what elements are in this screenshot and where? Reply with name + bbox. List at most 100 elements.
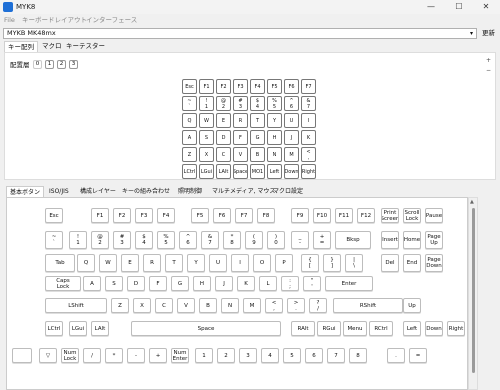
keycode-button[interactable]: N: [221, 298, 239, 313]
keycode-button[interactable]: | \: [345, 254, 363, 272]
keycode-button[interactable]: 6: [305, 348, 323, 363]
keycode-button[interactable]: W: [99, 254, 117, 272]
layer-button-1[interactable]: 1: [45, 60, 54, 69]
preview-key[interactable]: F3: [233, 79, 248, 94]
keycode-button[interactable]: % 5: [157, 231, 175, 249]
keycode-button[interactable]: _ -: [291, 231, 309, 249]
keycode-button[interactable]: Caps Lock: [45, 276, 81, 291]
preview-key[interactable]: W: [199, 113, 214, 128]
tab-layers[interactable]: 構成レイヤー: [77, 186, 119, 197]
layer-button-0[interactable]: 0: [33, 60, 42, 69]
scrollbar[interactable]: ▲: [468, 197, 478, 390]
keycode-button[interactable]: Z: [111, 298, 129, 313]
tab-macro[interactable]: マクロ: [39, 41, 65, 52]
menu-file[interactable]: File: [4, 14, 15, 26]
keycode-button[interactable]: F11: [335, 208, 353, 223]
preview-key[interactable]: S: [199, 130, 214, 145]
preview-key[interactable]: U: [284, 113, 299, 128]
keycode-button[interactable]: LAlt: [91, 321, 109, 336]
keycode-button[interactable]: LGui: [69, 321, 87, 336]
preview-key[interactable]: F4: [250, 79, 265, 94]
keycode-button[interactable]: ) 0: [267, 231, 285, 249]
preview-key[interactable]: F2: [216, 79, 231, 94]
keycode-button[interactable]: < ,: [265, 298, 283, 313]
preview-key[interactable]: Down: [284, 164, 299, 179]
scroll-thumb[interactable]: [472, 208, 475, 373]
menu-keyboard-layout[interactable]: キーボードレイアウト: [22, 14, 87, 26]
preview-key[interactable]: Esc: [182, 79, 197, 94]
keycode-button[interactable]: RGui: [317, 321, 341, 336]
preview-key[interactable]: F1: [199, 79, 214, 94]
keycode-button[interactable]: Esc: [45, 208, 63, 223]
keycode-button[interactable]: F2: [113, 208, 131, 223]
keycode-button[interactable]: { [: [301, 254, 319, 272]
zoom-in-icon[interactable]: +: [484, 56, 493, 65]
tab-key-combos[interactable]: キーの組み合わせ: [119, 186, 173, 197]
keycode-button[interactable]: 5: [283, 348, 301, 363]
keycode-button[interactable]: F3: [135, 208, 153, 223]
keycode-button[interactable]: & 7: [201, 231, 219, 249]
keycode-button[interactable]: /: [83, 348, 101, 363]
keycode-button[interactable]: ? /: [309, 298, 327, 313]
keycode-button[interactable]: Down: [425, 321, 443, 336]
preview-key[interactable]: M: [284, 147, 299, 162]
preview-key[interactable]: < ,: [301, 147, 316, 162]
keycode-button[interactable]: + =: [313, 231, 331, 249]
tab-key-layout[interactable]: キー配列: [4, 41, 38, 52]
menu-interface[interactable]: インターフェース: [86, 14, 137, 26]
keycode-button[interactable]: Right: [447, 321, 465, 336]
preview-key[interactable]: G: [250, 130, 265, 145]
keycode-button[interactable]: Pause: [425, 208, 443, 223]
keyboard-select[interactable]: MYKB MK48mx ▾: [3, 28, 477, 39]
keycode-button[interactable]: V: [177, 298, 195, 313]
keycode-button[interactable]: U: [209, 254, 227, 272]
keycode-button[interactable]: Scroll Lock: [403, 208, 421, 223]
preview-key[interactable]: $ 4: [250, 96, 265, 111]
keycode-button[interactable]: D: [127, 276, 145, 291]
tab-iso-jis[interactable]: ISO/JIS: [46, 186, 72, 197]
preview-key[interactable]: F6: [284, 79, 299, 94]
preview-key[interactable]: LCtrl: [182, 164, 197, 179]
keycode-button[interactable]: O: [253, 254, 271, 272]
preview-key[interactable]: R: [233, 113, 248, 128]
keycode-button[interactable]: F9: [291, 208, 309, 223]
keycode-button[interactable]: Home: [403, 231, 421, 249]
keycode-button[interactable]: I: [231, 254, 249, 272]
preview-key[interactable]: LGui: [199, 164, 214, 179]
keycode-button[interactable]: Print Screen: [381, 208, 399, 223]
preview-key[interactable]: T: [250, 113, 265, 128]
keycode-button[interactable]: M: [243, 298, 261, 313]
preview-key[interactable]: MO1: [250, 164, 265, 179]
preview-key[interactable]: ~ `: [182, 96, 197, 111]
maximize-button[interactable]: ☐: [445, 0, 473, 14]
keycode-button[interactable]: T: [165, 254, 183, 272]
keycode-button[interactable]: H: [193, 276, 211, 291]
preview-key[interactable]: ^ 6: [284, 96, 299, 111]
keycode-button[interactable]: $ 4: [135, 231, 153, 249]
zoom-out-icon[interactable]: −: [484, 66, 493, 75]
layer-button-2[interactable]: 2: [57, 60, 66, 69]
keycode-button[interactable]: F6: [213, 208, 231, 223]
keycode-button[interactable]: J: [215, 276, 233, 291]
keycode-button[interactable]: " ': [303, 276, 321, 291]
keycode-button[interactable]: RCtrl: [369, 321, 393, 336]
tab-key-tester[interactable]: キーテスター: [63, 41, 108, 52]
preview-key[interactable]: ! 1: [199, 96, 214, 111]
preview-key[interactable]: & 7: [301, 96, 316, 111]
keycode-button[interactable]: LShift: [45, 298, 107, 313]
keycode-button[interactable]: Y: [187, 254, 205, 272]
keycode-button[interactable]: F8: [257, 208, 275, 223]
preview-key[interactable]: @ 2: [216, 96, 231, 111]
keycode-button[interactable]: E: [121, 254, 139, 272]
keycode-button[interactable]: RShift: [333, 298, 403, 313]
preview-key[interactable]: I: [301, 113, 316, 128]
preview-key[interactable]: D: [216, 130, 231, 145]
preview-key[interactable]: F7: [301, 79, 316, 94]
tab-lighting[interactable]: 照明制御: [175, 186, 205, 197]
keycode-button[interactable]: C: [155, 298, 173, 313]
keycode-button[interactable]: Insert: [381, 231, 399, 249]
preview-key[interactable]: Z: [182, 147, 197, 162]
keycode-button[interactable]: F12: [357, 208, 375, 223]
keycode-button[interactable]: Page Up: [425, 231, 443, 249]
preview-key[interactable]: E: [216, 113, 231, 128]
